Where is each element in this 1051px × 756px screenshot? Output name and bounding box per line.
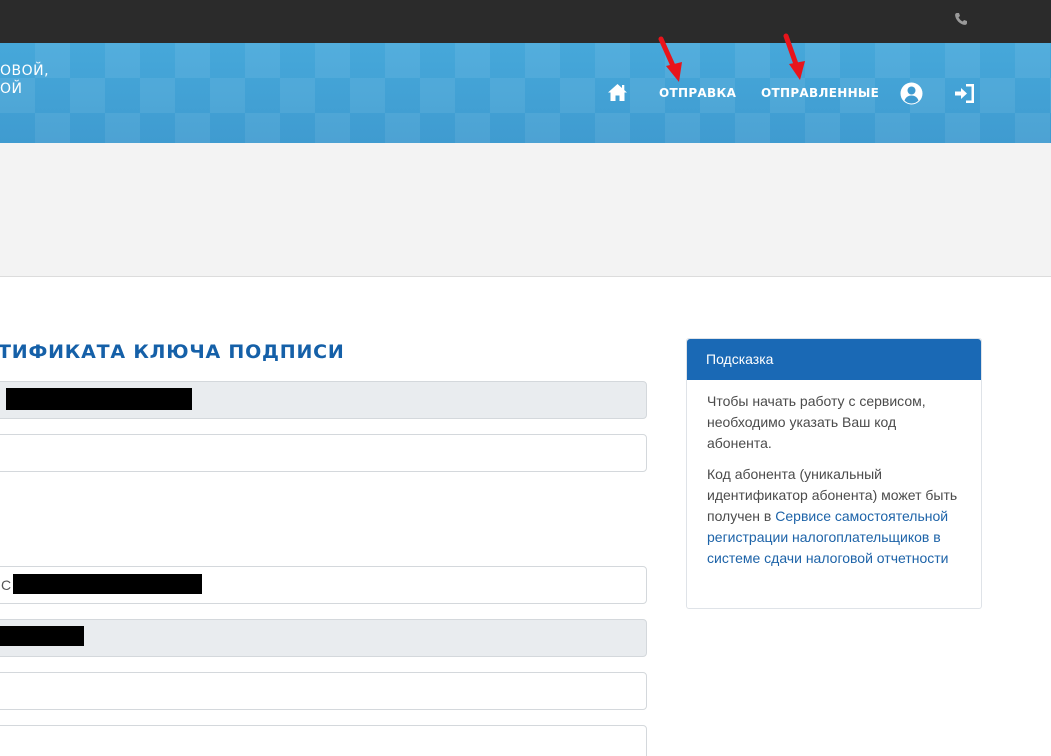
hint-paragraph-1: Чтобы начать работу с сервисом, необходи… [707, 393, 926, 451]
text-input[interactable] [0, 725, 647, 756]
hint-paragraph-2: Код абонента (уникальный идентификатор а… [707, 464, 962, 569]
home-icon[interactable] [607, 83, 628, 102]
brand-text: ОВОЙ, ОЙ [0, 62, 49, 98]
readonly-field [0, 381, 647, 419]
text-input[interactable]: С [0, 566, 647, 604]
red-arrow-annotation [783, 33, 805, 80]
page-banner [0, 143, 1051, 277]
nav-send-link[interactable]: ОТПРАВКА [659, 86, 736, 100]
redacted-block [13, 574, 202, 594]
top-bar [0, 0, 1051, 43]
redacted-block [0, 626, 84, 646]
text-input[interactable] [0, 434, 647, 472]
brand-line-1: ОВОЙ, [0, 63, 50, 79]
phone-icon[interactable] [954, 12, 968, 26]
site-header: ОВОЙ, ОЙ ОТПРАВКА ОТПРАВЛЕННЫЕ [0, 43, 1051, 143]
hint-panel: Подсказка Чтобы начать работу с сервисом… [686, 338, 982, 609]
brand-line-2: ОЙ [0, 81, 23, 97]
red-arrow-annotation [658, 36, 682, 82]
field-value: С [1, 577, 12, 593]
hint-body: Чтобы начать работу с сервисом, необходи… [687, 380, 981, 569]
section-title: ТИФИКАТА КЛЮЧА ПОДПИСИ [0, 341, 345, 363]
redacted-block [6, 388, 192, 410]
sign-out-icon[interactable] [954, 83, 976, 104]
hint-title: Подсказка [687, 339, 981, 380]
text-input[interactable] [0, 672, 647, 710]
readonly-field [0, 619, 647, 657]
user-circle-icon[interactable] [900, 82, 923, 105]
nav-sent-link[interactable]: ОТПРАВЛЕННЫЕ [761, 86, 879, 100]
